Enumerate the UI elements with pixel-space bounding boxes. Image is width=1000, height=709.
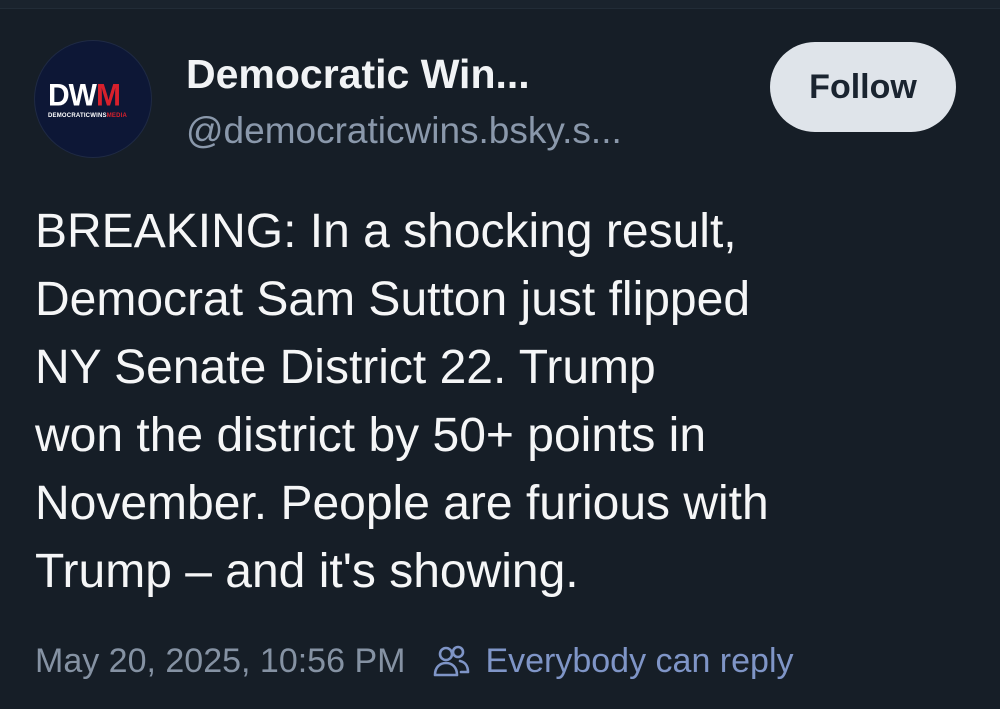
- post-text-line: November. People are furious with: [35, 477, 769, 530]
- author-display-name[interactable]: Democratic Win...: [186, 50, 530, 98]
- post-text-line: BREAKING: In a shocking result,: [35, 205, 737, 258]
- author-handle[interactable]: @democraticwins.bsky.s...: [186, 109, 622, 153]
- top-divider: [0, 0, 1000, 9]
- avatar-logo-mark: DWM: [48, 78, 121, 113]
- people-icon: [434, 645, 470, 677]
- avatar-logo-subtext: DEMOCRATICWINSMEDIA: [48, 113, 128, 119]
- avatar[interactable]: DWM DEMOCRATICWINSMEDIA: [35, 41, 151, 157]
- post-timestamp[interactable]: May 20, 2025, 10:56 PM: [35, 642, 405, 681]
- follow-button[interactable]: Follow: [770, 42, 956, 132]
- post-text-line: NY Senate District 22. Trump: [35, 341, 656, 394]
- post-text-line: won the district by 50+ points in: [35, 409, 707, 462]
- post-card: DWM DEMOCRATICWINSMEDIA Democratic Win..…: [0, 0, 1000, 709]
- post-body: BREAKING: In a shocking result, Democrat…: [35, 198, 965, 606]
- reply-setting-label: Everybody can reply: [485, 641, 794, 680]
- post-text-line: Democrat Sam Sutton just flipped: [35, 273, 751, 326]
- reply-setting[interactable]: Everybody can reply: [431, 641, 794, 681]
- post-text-line: Trump – and it's showing.: [35, 545, 579, 598]
- post-meta: May 20, 2025, 10:56 PM Everybody can rep…: [35, 638, 794, 684]
